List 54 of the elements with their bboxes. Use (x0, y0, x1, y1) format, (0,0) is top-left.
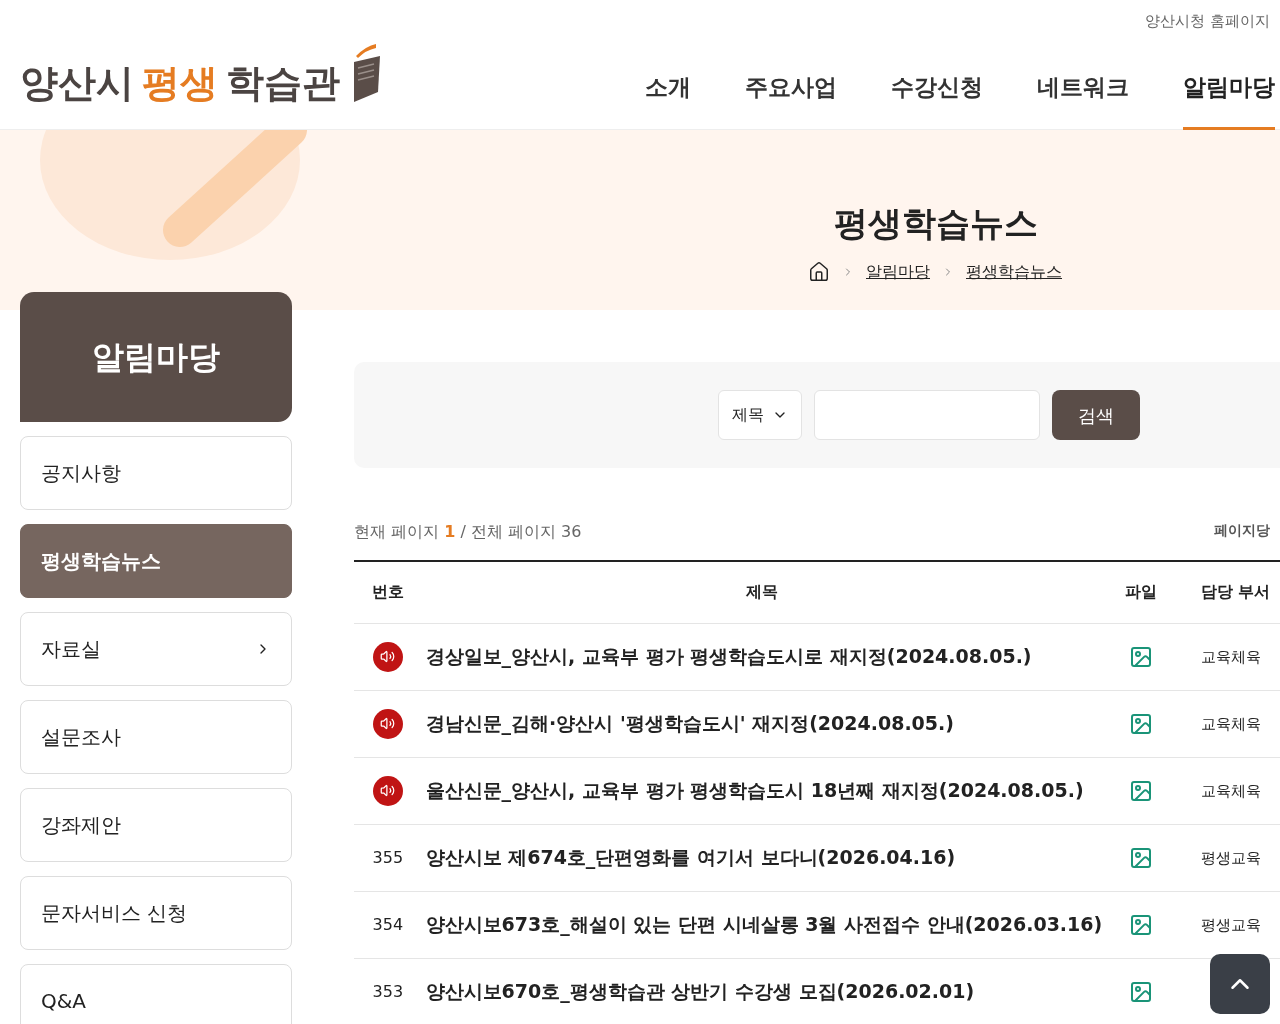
logo-text: 학습관 (226, 64, 340, 102)
city-homepage-link[interactable]: 양산시청 홈페이지 (1145, 10, 1270, 33)
book-logo-icon (352, 42, 382, 102)
post-title-link[interactable]: 경상일보_양산시, 교육부 평가 평생학습도시로 재지정(2024.08.05.) (425, 645, 1032, 668)
column-header: 담당 부서 (1178, 561, 1280, 623)
page-title: 평생학습뉴스 (834, 202, 1038, 245)
logo-text: 평생 (142, 64, 218, 102)
image-file-icon[interactable] (1128, 778, 1153, 803)
search-input[interactable] (814, 390, 1040, 440)
scroll-top-button[interactable] (1210, 954, 1270, 1014)
sidebar-title: 알림마당 (20, 292, 292, 422)
image-file-icon[interactable] (1128, 644, 1153, 669)
sidebar-item[interactable]: 공지사항 (20, 436, 292, 510)
image-file-icon[interactable] (1128, 711, 1153, 736)
search-button[interactable]: 검색 (1052, 390, 1140, 440)
post-title-link[interactable]: 경남신문_김해·양산시 '평생학습도시' 재지정(2024.08.05.) (425, 712, 954, 735)
search-type-select[interactable]: 제목 (718, 390, 802, 440)
image-file-icon[interactable] (1128, 912, 1153, 937)
sidebar-item[interactable]: 문자서비스 신청 (20, 876, 292, 950)
speaker-icon (372, 775, 403, 806)
breadcrumb-link[interactable]: 알림마당 (866, 260, 930, 284)
breadcrumb-link[interactable]: 평생학습뉴스 (966, 260, 1062, 284)
nav-menu-item[interactable]: 주요사업 (745, 70, 837, 130)
home-icon[interactable] (808, 261, 830, 283)
image-file-icon[interactable] (1128, 979, 1153, 1004)
page-info-text: 현재 페이지 1 / 전체 페이지 36 (354, 521, 582, 543)
department-cell: 평생교육 (1200, 915, 1261, 934)
nav-menu-item[interactable]: 수강신청 (891, 70, 983, 130)
post-title-link[interactable]: 울산신문_양산시, 교육부 평가 평생학습도시 18년째 재지정(2024.08.05.) (425, 779, 1084, 802)
post-title-link[interactable]: 양산시보673호_해설이 있는 단편 시네살롱 3월 사전접수 안내(2026.03.16) (425, 913, 1103, 936)
speaker-icon (372, 708, 403, 739)
department-cell: 교육체육 (1200, 647, 1261, 666)
per-page-label: 페이지당 (1214, 521, 1270, 540)
sidebar-item[interactable]: Q&A (20, 964, 292, 1024)
speaker-icon (372, 641, 403, 672)
row-number: 353 (372, 981, 404, 1001)
sidebar-item[interactable]: 설문조사 (20, 700, 292, 774)
row-number: 355 (372, 847, 404, 867)
post-title-link[interactable]: 양산시보 제674호_단편영화를 여기서 보다니(2026.04.16) (425, 846, 956, 869)
column-header: 번호 (354, 561, 422, 623)
sidebar-item[interactable]: 강좌제안 (20, 788, 292, 862)
image-file-icon[interactable] (1128, 845, 1153, 870)
sidebar-item[interactable]: 평생학습뉴스 (20, 524, 292, 598)
post-title-link[interactable]: 양산시보670호_평생학습관 상반기 수강생 모집(2026.02.01) (425, 980, 975, 1003)
department-cell: 교육체육 (1200, 781, 1261, 800)
nav-menu-item[interactable]: 네트워크 (1037, 70, 1129, 130)
sidebar-item[interactable]: 자료실 (20, 612, 292, 686)
department-cell: 평생교육 (1200, 848, 1261, 867)
logo-text: 양산시 (20, 64, 134, 102)
department-cell: 교육체육 (1200, 714, 1261, 733)
nav-menu-item[interactable]: 소개 (645, 70, 691, 130)
column-header: 파일 (1102, 561, 1179, 623)
column-header: 제목 (421, 561, 1103, 623)
row-number: 354 (372, 914, 404, 934)
